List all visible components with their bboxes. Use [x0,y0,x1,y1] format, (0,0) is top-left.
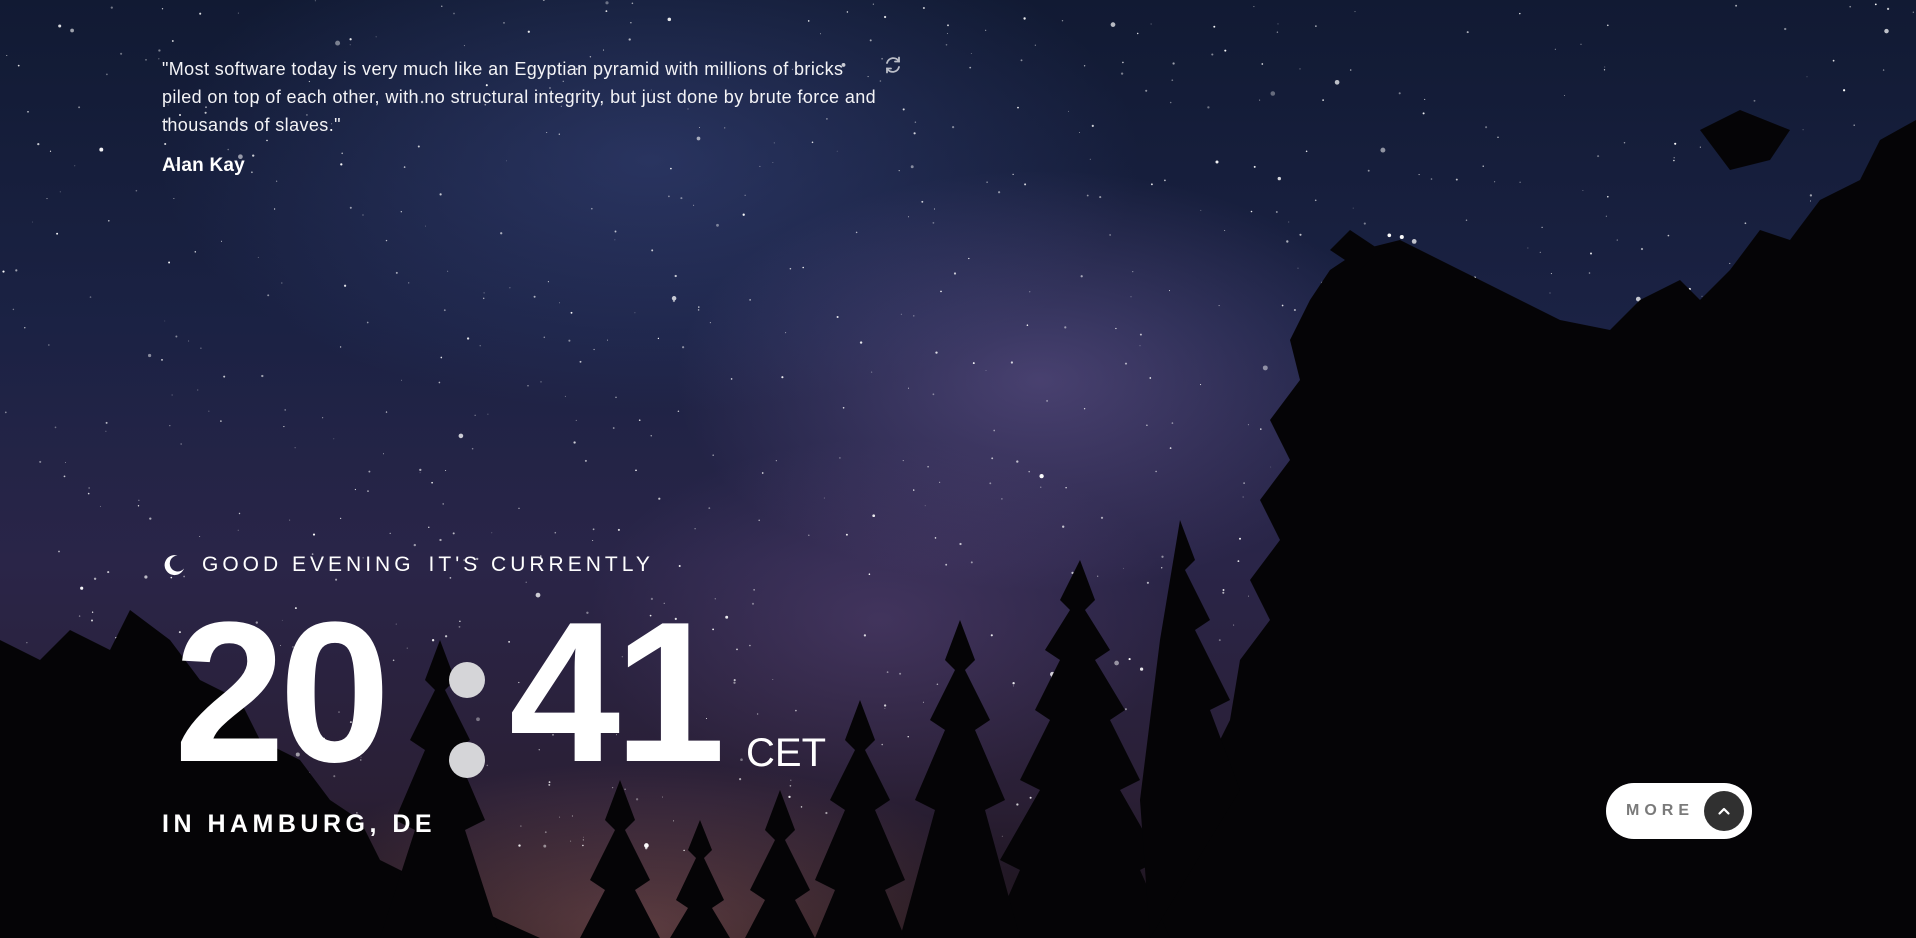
greeting: GOOD EVENING IT'S CURRENTLY [162,550,654,580]
timezone-label: CET [746,731,826,775]
refresh-icon[interactable] [883,55,903,75]
clock-minutes: 41 [509,581,725,804]
quote-author: Alan Kay [162,155,245,176]
greeting-suffix: IT'S CURRENTLY [428,553,654,576]
clock-hours: 20 [174,581,390,804]
colon-dot-bottom [449,742,485,778]
moon-icon [164,555,184,576]
quote-text: "Most software today is very much like a… [162,59,877,135]
clock-colon [449,662,485,778]
more-button[interactable]: MORE [1606,783,1752,839]
location-label: IN HAMBURG, DE [162,810,437,838]
more-button-label: MORE [1626,802,1694,819]
quote-block: "Most software today is very much like a… [162,55,882,177]
chevron-up-icon[interactable] [1704,791,1744,831]
greeting-salutation: GOOD EVENING [202,553,415,576]
colon-dot-top [449,662,485,698]
